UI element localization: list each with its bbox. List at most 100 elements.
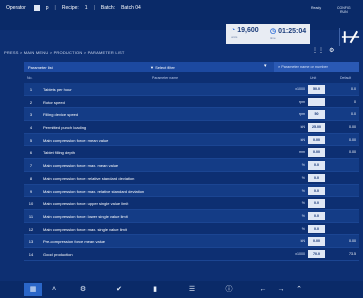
row-number: 3 xyxy=(29,112,33,118)
separator: | xyxy=(54,5,56,11)
operator-info: Operator p | Recipe: 1 | Batch: Batch 04 xyxy=(6,5,141,11)
row-name: Rotor speed xyxy=(43,99,65,105)
row-value-field[interactable]: 50.0 xyxy=(308,85,325,94)
row-unit: % xyxy=(301,163,305,168)
row-name: Main compression force: relative standar… xyxy=(43,175,135,181)
col-unit: Unit xyxy=(310,75,317,80)
row-value-field[interactable]: 0.00 xyxy=(308,135,325,145)
table-row[interactable]: 4 Permitted punch loading kN 25.00 0.00 xyxy=(24,121,359,134)
logo-icon xyxy=(341,30,360,44)
separator: | xyxy=(93,5,95,11)
table-row[interactable]: 10 Main compression force: upper single v… xyxy=(24,197,359,210)
row-value-field[interactable] xyxy=(308,97,325,107)
table-row[interactable]: 1 Tablets per hour x1000 50.0 0.0 xyxy=(24,83,359,96)
row-value-field[interactable]: 0.00 xyxy=(308,237,325,246)
row-unit: mm xyxy=(299,150,305,155)
row-number: 2 xyxy=(29,99,33,105)
menu-grid-icon[interactable]: ⋮⋮ xyxy=(312,47,324,54)
row-name: Main compression force: mean value xyxy=(43,137,109,143)
settings-gear-icon[interactable]: ⚙ xyxy=(329,47,334,54)
row-value-field[interactable]: 0.0 xyxy=(308,224,325,234)
search-input[interactable]: ⌕ Parameter name or number xyxy=(274,62,359,72)
settings-icon[interactable]: ⚙ xyxy=(76,283,90,296)
arrow-up-icon[interactable]: ⌃ xyxy=(292,283,306,296)
table-row[interactable]: 3 Filling device speed rpm 50 0.0 xyxy=(24,108,359,122)
row-default: 0.0 xyxy=(351,87,356,91)
search-placeholder: Parameter name or number xyxy=(281,65,328,69)
table-row[interactable]: 6 Tablet filling depth mm 0.00 0.00 xyxy=(24,146,359,160)
row-name: Permitted punch loading xyxy=(43,125,87,131)
kpi-count-value: 19,600 xyxy=(237,27,259,34)
row-value-field[interactable]: 0.0 xyxy=(308,173,325,183)
filter-placeholder: Select filter xyxy=(155,64,175,70)
row-number: 7 xyxy=(29,163,33,169)
row-value-field[interactable]: 0.0 xyxy=(308,161,325,170)
row-default: 0.0 xyxy=(351,112,356,117)
operator-label: Operator xyxy=(6,5,26,11)
row-value-field[interactable]: 0.0 xyxy=(308,199,325,208)
grid-icon[interactable]: ▦ xyxy=(24,283,42,296)
arrow-left-icon[interactable]: ← xyxy=(256,283,270,296)
row-value-field[interactable]: 0.00 xyxy=(308,148,325,157)
table-row[interactable]: 13 Pre-compression force mean value kN 0.00… xyxy=(24,235,359,248)
table-row[interactable]: 14 Good production x1000 70.0 73.5 xyxy=(24,248,359,261)
clock-icon: ◷ xyxy=(270,28,277,35)
row-default: 0.00 xyxy=(349,239,356,244)
row-name: Main compression force: max. mean value xyxy=(43,163,119,169)
table-row[interactable]: 8 Main compression force: relative standa… xyxy=(24,172,359,185)
chevron-down-icon[interactable]: ▾ xyxy=(264,63,267,69)
run-label: RUN xyxy=(340,10,348,14)
chart-icon[interactable]: ▮ xyxy=(148,283,162,296)
bottom-toolbar: ▦ ˄ ⚙ ✔ ▮ ☰ ⓘ ← → ⌃ xyxy=(0,281,363,298)
brand-logo xyxy=(339,28,361,46)
row-value-field[interactable]: 25.00 xyxy=(308,123,325,132)
ready-status[interactable]: Ready xyxy=(311,6,321,10)
row-default: 0 xyxy=(354,99,356,104)
row-number: 12 xyxy=(28,226,34,232)
row-unit: % xyxy=(301,188,305,193)
table-row[interactable]: 7 Main compression force: max. mean value… xyxy=(24,159,359,172)
operator-value: p xyxy=(45,5,49,11)
chevron-up-icon[interactable]: ˄ xyxy=(48,283,60,296)
arrow-right-icon[interactable]: → xyxy=(274,283,288,296)
row-unit: kN xyxy=(300,137,305,142)
row-unit: % xyxy=(301,175,305,180)
row-name: Good production xyxy=(43,251,73,257)
row-value-field[interactable]: 0.0 xyxy=(308,211,325,221)
kpi-count-sub: units xyxy=(231,35,238,39)
filter-select[interactable]: ▼ Select filter xyxy=(150,65,175,70)
table-row[interactable]: 2 Rotor speed rpm 0 xyxy=(24,96,359,109)
row-number: 10 xyxy=(28,201,34,207)
list-icon[interactable]: ☰ xyxy=(185,283,199,296)
batch-value: Batch 04 xyxy=(121,5,141,11)
table-row[interactable]: 12 Main compression force: max. single va… xyxy=(24,223,359,236)
row-number: 13 xyxy=(28,239,34,245)
info-icon[interactable]: ⓘ xyxy=(222,283,236,296)
row-value-field[interactable]: 50 xyxy=(308,110,325,119)
row-default: 73.5 xyxy=(349,251,356,256)
kpi-time-value: 01:25:04 xyxy=(278,28,307,35)
table-header: No. Parameter name Unit Default xyxy=(24,74,359,81)
row-unit: % xyxy=(301,201,305,206)
breadcrumb: PRESS > MAIN MENU > PRODUCTION > PARAMET… xyxy=(4,50,125,55)
kpi-count: ◔ 19,600 units xyxy=(231,27,259,39)
row-number: 1 xyxy=(29,87,33,92)
table-row[interactable]: 11 Main compression force: lower single v… xyxy=(24,209,359,223)
table-row[interactable]: 9 Main compression force: max. relative s… xyxy=(24,184,359,198)
col-default: Default xyxy=(340,75,352,80)
breadcrumb-tools: ⋮⋮ ⚙ xyxy=(312,47,334,54)
counter-icon: ◔ xyxy=(231,27,236,34)
row-unit: rpm xyxy=(298,99,305,104)
col-name[interactable]: Parameter name xyxy=(152,76,178,80)
row-name: Tablet filling depth xyxy=(43,150,76,156)
config-run-button[interactable]: CONFIG RUN xyxy=(337,6,351,14)
ready-label: Ready xyxy=(311,6,322,10)
row-unit: x1000 xyxy=(295,87,305,91)
row-number: 6 xyxy=(29,150,33,156)
row-number: 14 xyxy=(28,251,34,257)
check-icon[interactable]: ✔ xyxy=(112,283,126,296)
row-value-field[interactable]: 0.0 xyxy=(308,186,325,195)
row-unit: rpm xyxy=(298,112,305,117)
row-value-field[interactable]: 70.0 xyxy=(308,249,325,259)
table-row[interactable]: 5 Main compression force: mean value kN 0.0… xyxy=(24,133,359,147)
